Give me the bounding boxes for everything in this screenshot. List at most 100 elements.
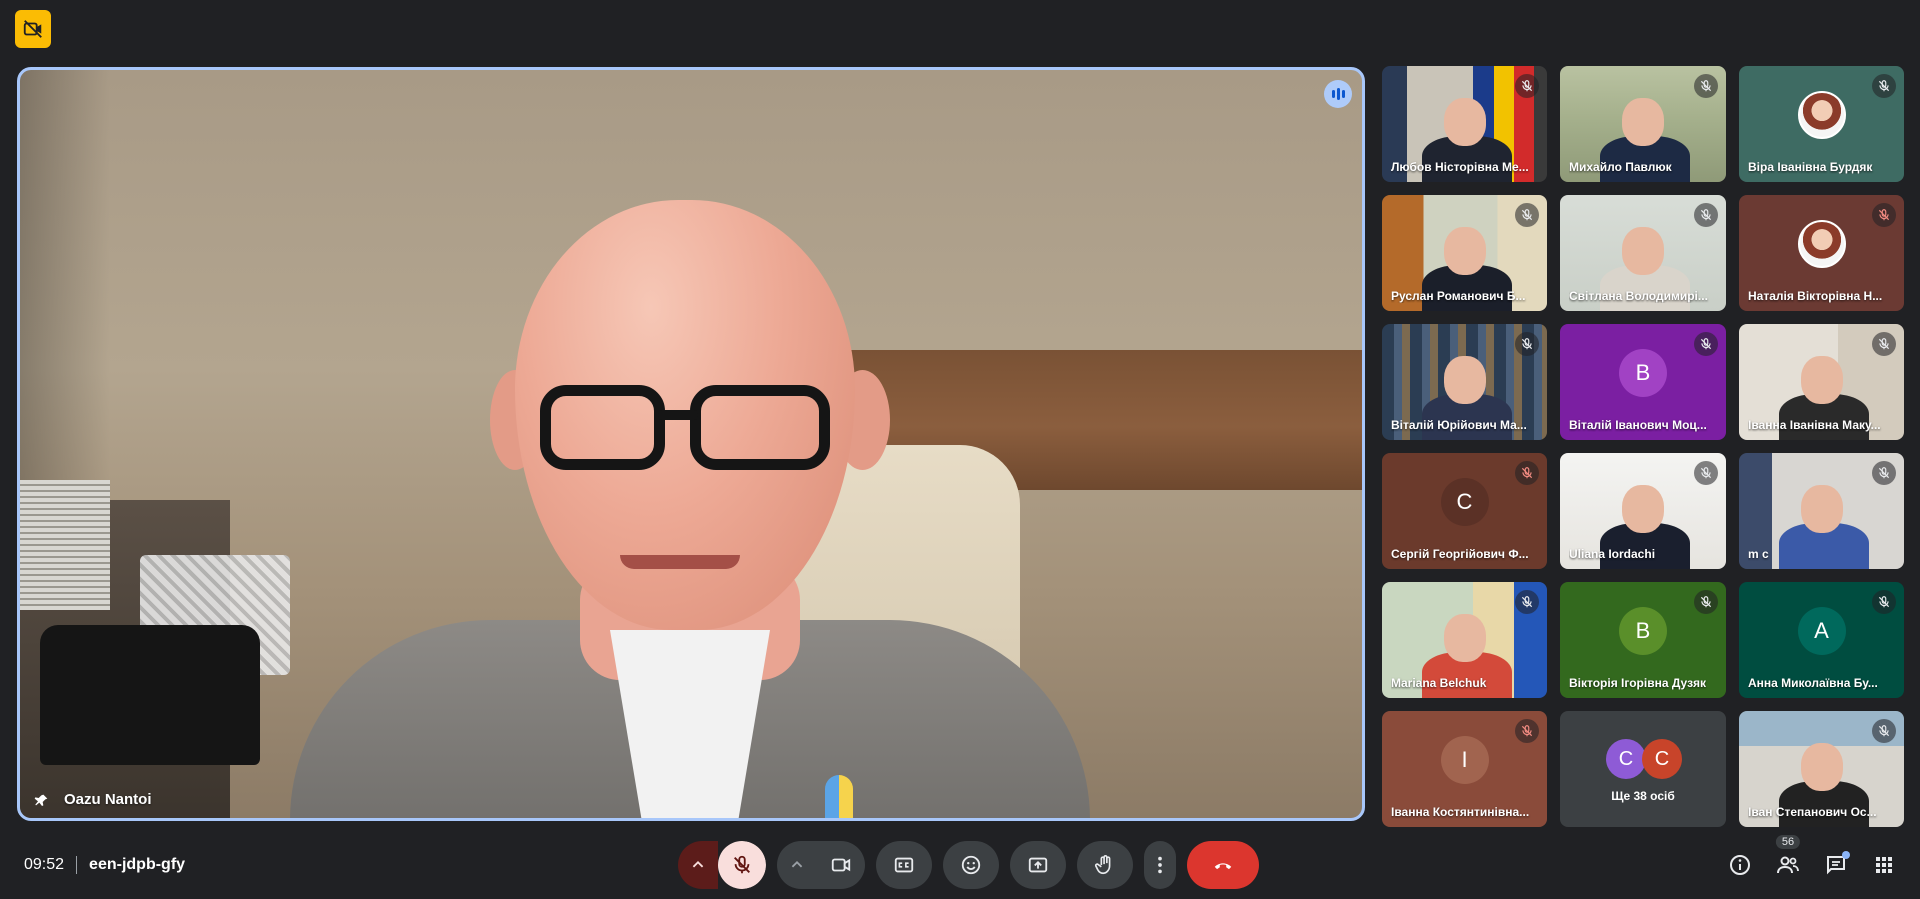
ribbon-pin (825, 775, 853, 818)
call-end-icon (1214, 863, 1232, 870)
mic-off-icon (1515, 74, 1539, 98)
participant-tile[interactable]: Михайло Павлюк (1560, 66, 1726, 182)
participant-face (1444, 614, 1486, 662)
participant-face (1801, 743, 1843, 791)
emoji-icon (961, 855, 981, 875)
participant-name: Любов Ністорівна Ме... (1391, 160, 1529, 174)
clock: 09:52 (24, 856, 65, 873)
people-icon (1777, 856, 1799, 874)
mic-off-icon (1694, 590, 1718, 614)
participant-tile[interactable]: В Віталій Іванович Моц... (1560, 324, 1726, 440)
present-button[interactable] (1010, 841, 1066, 889)
participant-tile[interactable]: С Сергій Георгійович Ф... (1382, 453, 1547, 569)
participant-name: Віталій Іванович Моц... (1569, 418, 1707, 432)
participant-tile[interactable]: Наталія Вікторівна Н... (1739, 195, 1904, 311)
participant-avatar: А (1797, 606, 1846, 655)
chevron-up-icon (692, 860, 704, 868)
apps-icon (1876, 857, 1892, 873)
participant-name: Віталій Юрійович Ма... (1391, 418, 1527, 432)
mic-off-icon (1515, 590, 1539, 614)
voice-activity-icon[interactable] (1324, 80, 1352, 108)
mic-off-icon (1872, 74, 1896, 98)
speaker-name: Oazu Nantoi (64, 791, 152, 808)
meeting-details-button[interactable] (1718, 841, 1762, 889)
mic-off-icon (1515, 461, 1539, 485)
participant-tile[interactable]: В Вікторія Ігорівна Дузяк (1560, 582, 1726, 698)
mic-off-icon (1872, 203, 1896, 227)
participant-grid: Любов Ністорівна Ме... Михайло Павлюк Віра… (1382, 66, 1904, 827)
camera-off-badge-icon[interactable] (15, 10, 51, 48)
mic-off-icon (1515, 719, 1539, 743)
participant-name: Mariana Belchuk (1391, 676, 1487, 690)
more-options-button[interactable] (1144, 841, 1176, 889)
participant-name: Вікторія Ігорівна Дузяк (1569, 676, 1707, 690)
participant-name: Віра Іванівна Бурдяк (1748, 160, 1873, 174)
mic-toggle-button[interactable] (718, 841, 766, 889)
participant-name: Світлана Володимирі... (1569, 289, 1708, 303)
bag (40, 625, 260, 765)
others-tile[interactable]: С С Ще 38 осіб (1560, 711, 1726, 827)
participant-tile[interactable]: Світлана Володимирі... (1560, 195, 1726, 311)
participant-face (1444, 98, 1486, 146)
participant-tile[interactable]: Віра Іванівна Бурдяк (1739, 66, 1904, 182)
participant-tile[interactable]: Любов Ністорівна Ме... (1382, 66, 1547, 182)
participant-avatar: І (1440, 735, 1489, 784)
mic-off-icon (1872, 332, 1896, 356)
participant-tile[interactable]: Mariana Belchuk (1382, 582, 1547, 698)
participant-name: Іван Степанович Ос... (1748, 805, 1877, 819)
participant-tile[interactable]: Іван Степанович Ос... (1739, 711, 1904, 827)
mic-off-icon (1872, 590, 1896, 614)
leave-call-button[interactable] (1187, 841, 1259, 889)
camera-control-group (777, 841, 865, 889)
video-options-button[interactable] (777, 841, 817, 889)
mic-off-icon (1694, 74, 1718, 98)
participant-tile[interactable]: Віталій Юрійович Ма... (1382, 324, 1547, 440)
chat-button[interactable] (1814, 841, 1858, 889)
bottom-bar: 09:52 een-jdpb-gfy 56 (0, 835, 1920, 892)
participant-avatar: В (1619, 348, 1667, 397)
raise-hand-icon (1095, 855, 1111, 875)
captions-button[interactable] (876, 841, 932, 889)
participant-name: Михайло Павлюк (1569, 160, 1672, 174)
info-icon (1730, 855, 1750, 875)
raise-hand-button[interactable] (1077, 841, 1133, 889)
others-label: Ще 38 осіб (1611, 789, 1675, 803)
participant-name: Іванна Іванівна Маку... (1748, 418, 1881, 432)
participant-name: Руслан Романович Б... (1391, 289, 1526, 303)
participant-face (1801, 485, 1843, 533)
audio-options-button[interactable] (678, 841, 718, 889)
participant-name: m c (1748, 547, 1769, 561)
participant-tile[interactable]: І Іванна Костянтинівна... (1382, 711, 1547, 827)
people-button[interactable]: 56 (1766, 835, 1810, 889)
main-speaker-video[interactable]: Oazu Nantoi (17, 67, 1365, 821)
speaker-name-label: Oazu Nantoi (34, 791, 152, 808)
participant-tile[interactable]: Руслан Романович Б... (1382, 195, 1547, 311)
participant-face (1622, 227, 1664, 275)
camera-toggle-button[interactable] (817, 841, 865, 889)
participant-face (1622, 485, 1664, 533)
meeting-code: een-jdpb-gfy (89, 856, 186, 873)
mic-off-icon (1694, 332, 1718, 356)
participant-avatar (1797, 219, 1846, 268)
participant-tile[interactable]: m c (1739, 453, 1904, 569)
participant-face (1622, 98, 1664, 146)
push-pin-icon[interactable] (34, 792, 50, 808)
participant-tile[interactable]: Uliana Iordachi (1560, 453, 1726, 569)
unread-dot (1842, 851, 1850, 859)
call-controls (678, 841, 1259, 889)
participant-name: Сергій Георгійович Ф... (1391, 547, 1529, 561)
speaker-person (290, 200, 1110, 818)
participant-name: Наталія Вікторівна Н... (1748, 289, 1883, 303)
activities-button[interactable] (1862, 841, 1906, 889)
participant-tile[interactable]: А Анна Миколаївна Бу... (1739, 582, 1904, 698)
participant-tile[interactable]: Іванна Іванівна Маку... (1739, 324, 1904, 440)
participant-avatar (1797, 90, 1846, 139)
meeting-info: 09:52 een-jdpb-gfy (24, 856, 185, 874)
mic-off-icon (1694, 203, 1718, 227)
mic-off-icon (1872, 461, 1896, 485)
present-icon (1028, 857, 1048, 873)
reactions-button[interactable] (943, 841, 999, 889)
participant-avatar: В (1619, 606, 1667, 655)
paper-stack (20, 480, 110, 610)
mic-off-icon (1872, 719, 1896, 743)
